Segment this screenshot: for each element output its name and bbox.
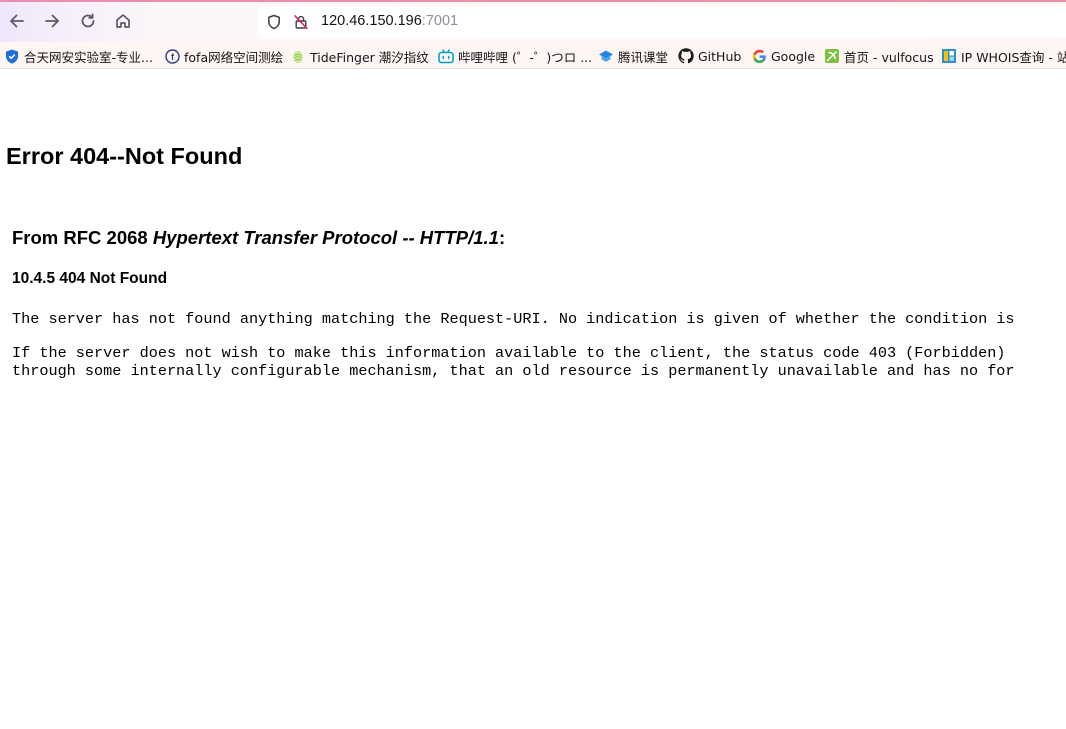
arrow-left-icon: [8, 12, 26, 30]
paragraph-2-line-2: through some internally configurable mec…: [12, 362, 1015, 380]
url-text[interactable]: 120.46.150.196:7001: [321, 13, 458, 29]
bookmark-google[interactable]: Google: [751, 46, 815, 66]
rfc-heading: From RFC 2068 Hypertext Transfer Protoco…: [12, 227, 505, 249]
bookmark-label: 合天网安实验室-专业...: [24, 49, 153, 65]
bookmark-label: 腾讯课堂: [618, 49, 669, 65]
bookmark-tidefinger[interactable]: TideFinger 潮汐指纹: [290, 46, 429, 66]
bookmark-label: Google: [771, 48, 816, 64]
page-title: Error 404--Not Found: [6, 143, 243, 169]
paragraph-1: The server has not found anything matchi…: [12, 310, 1015, 328]
bookmark-github[interactable]: GitHub: [678, 46, 741, 66]
bookmark-label: TideFinger 潮汐指纹: [310, 49, 429, 65]
bilibili-icon: [438, 48, 454, 64]
bookmark-tencent-classroom[interactable]: 腾讯课堂: [598, 46, 668, 66]
github-icon: [678, 48, 694, 64]
bookmark-label: fofa网络空间测绘: [184, 49, 284, 65]
vulfocus-icon: [824, 48, 840, 64]
url-port: :7001: [421, 13, 459, 29]
bookmark-label: IP WHOIS查询 - 站: [961, 49, 1066, 65]
fofa-icon: f: [164, 48, 180, 64]
tencent-classroom-icon: [598, 48, 614, 64]
tide-icon: [290, 48, 306, 64]
back-button[interactable]: [2, 6, 32, 36]
bookmark-fofa[interactable]: f fofa网络空间测绘: [164, 46, 283, 66]
forward-button[interactable]: [37, 6, 67, 36]
reload-button[interactable]: [73, 6, 103, 36]
bookmark-ip-whois[interactable]: IP WHOIS查询 - 站: [941, 46, 1066, 66]
bookmark-label: 首页 - vulfocus: [844, 49, 934, 65]
svg-text:f: f: [171, 52, 175, 62]
tracking-shield-icon[interactable]: [265, 13, 283, 31]
bookmarks-toolbar: 合天网安实验室-专业... f fofa网络空间测绘 TideFinger 潮汐…: [0, 42, 1066, 69]
rfc-suffix: :: [498, 227, 506, 248]
reload-icon: [79, 12, 97, 30]
bookmark-label: GitHub: [698, 48, 742, 64]
page-content: Error 404--Not Found From RFC 2068 Hyper…: [0, 70, 1066, 729]
bookmark-vulfocus[interactable]: 首页 - vulfocus: [824, 46, 934, 66]
url-host: 120.46.150.196: [321, 13, 422, 29]
rfc-prefix: From RFC 2068: [12, 227, 153, 248]
section-heading: 10.4.5 404 Not Found: [12, 270, 168, 287]
bookmark-label: 哔哩哔哩 (゜-゜)つロ ...: [458, 49, 593, 65]
home-icon: [114, 12, 132, 30]
google-icon: [751, 48, 767, 64]
whois-icon: [941, 48, 957, 64]
insecure-lock-icon[interactable]: [292, 13, 310, 31]
paragraph-2-line-1: If the server does not wish to make this…: [12, 344, 1006, 362]
address-bar[interactable]: 120.46.150.196:7001: [258, 6, 1066, 38]
browser-toolbar: 120.46.150.196:7001: [0, 0, 1066, 42]
rfc-title: Hypertext Transfer Protocol -- HTTP/1.1: [152, 227, 499, 248]
arrow-right-icon: [43, 12, 61, 30]
home-button[interactable]: [108, 6, 138, 36]
bookmark-bilibili[interactable]: 哔哩哔哩 (゜-゜)つロ ...: [438, 46, 592, 66]
bookmark-hetian[interactable]: 合天网安实验室-专业...: [4, 46, 153, 66]
shield-icon: [4, 48, 20, 64]
